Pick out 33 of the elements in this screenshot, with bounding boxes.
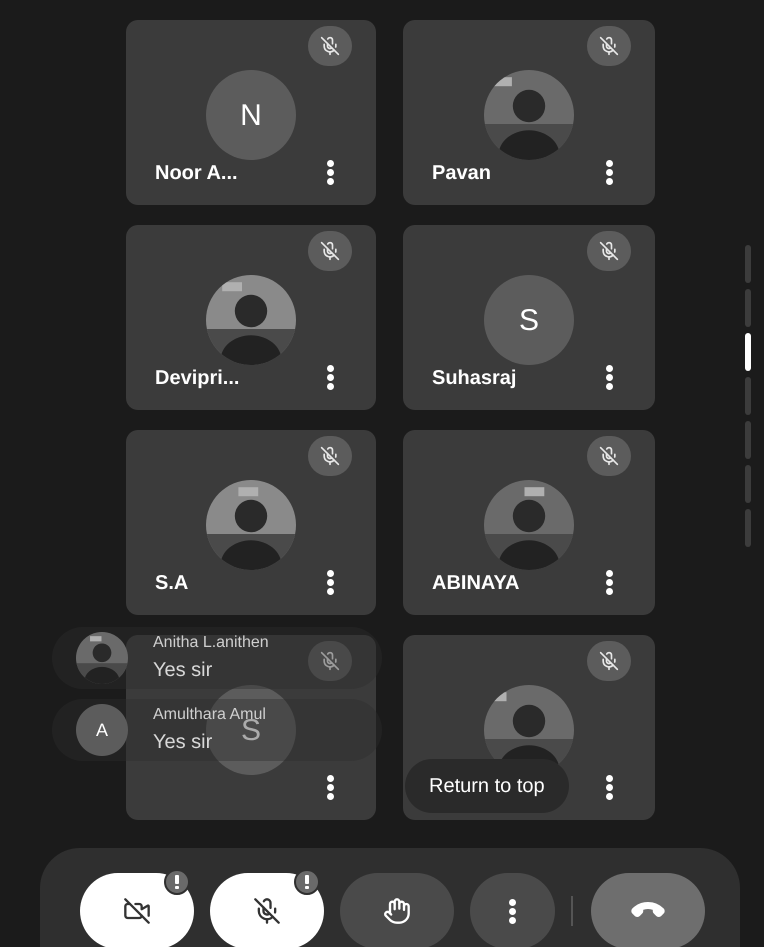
more-icon[interactable] [606,365,613,390]
participant-name: S.A [155,571,188,596]
participant-name: Suhasraj [432,366,516,391]
participant-name: ABINAYA [432,571,520,596]
avatar: S [484,275,574,365]
mic-off-icon [599,241,619,261]
chat-sender: Anitha L.anithen [153,633,269,653]
mic-off-icon [599,36,619,56]
camera-off-icon [123,897,151,925]
more-icon[interactable] [606,775,613,800]
more-icon[interactable] [327,570,334,595]
more-icon [509,898,516,924]
mic-off-icon [599,446,619,466]
participant-name: Pavan [432,161,491,186]
more-icon[interactable] [327,160,334,185]
chat-message: Yes sir [153,658,212,683]
avatar: N [206,70,296,160]
mic-off-icon [320,446,340,466]
mic-off-icon [320,36,340,56]
mic-off-icon [599,651,619,671]
mic-off-icon [320,241,340,261]
return-to-top-button[interactable]: Return to top [405,759,569,813]
more-icon[interactable] [327,775,334,800]
more-icon[interactable] [606,160,613,185]
participant-name: Noor A... [155,161,238,186]
mic-off-icon [320,651,340,671]
chat-message: Yes sir [153,730,212,755]
participant-name: Devipri... [155,366,240,391]
mic-off-icon [253,897,281,925]
hand-icon [383,897,411,925]
more-icon[interactable] [327,365,334,390]
more-icon[interactable] [606,570,613,595]
avatar: A [76,704,128,756]
